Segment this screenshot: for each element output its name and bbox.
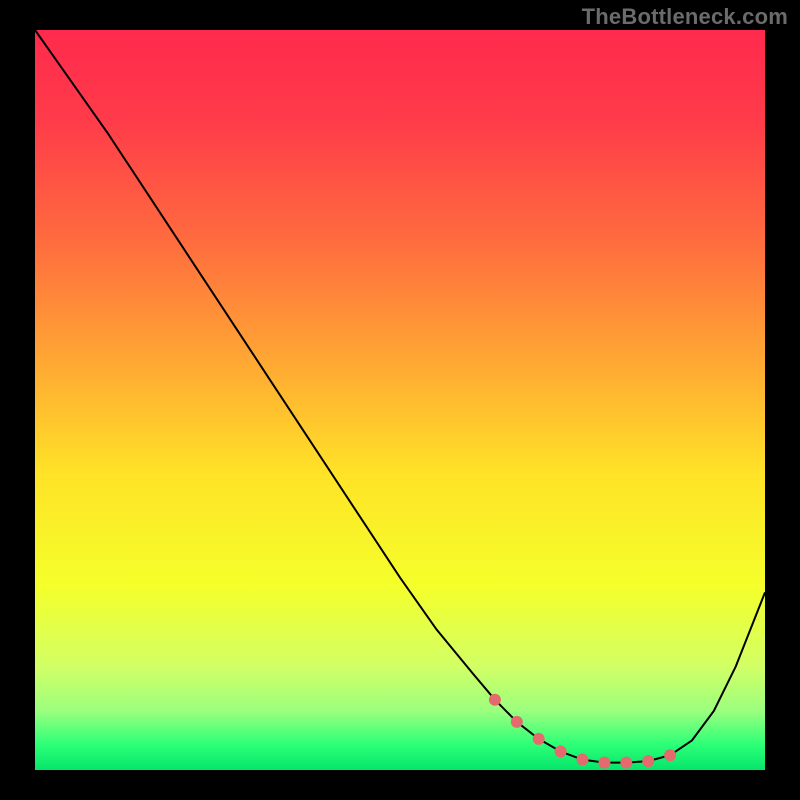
curve-marker [555,746,567,758]
curve-marker [577,754,589,766]
curve-marker [598,757,610,769]
curve-marker [511,716,523,728]
chart-background [35,30,765,770]
curve-marker [620,757,632,769]
bottleneck-chart [0,0,800,800]
chart-stage: TheBottleneck.com [0,0,800,800]
curve-marker [664,749,676,761]
curve-marker [533,733,545,745]
curve-marker [489,694,501,706]
curve-marker [642,755,654,767]
